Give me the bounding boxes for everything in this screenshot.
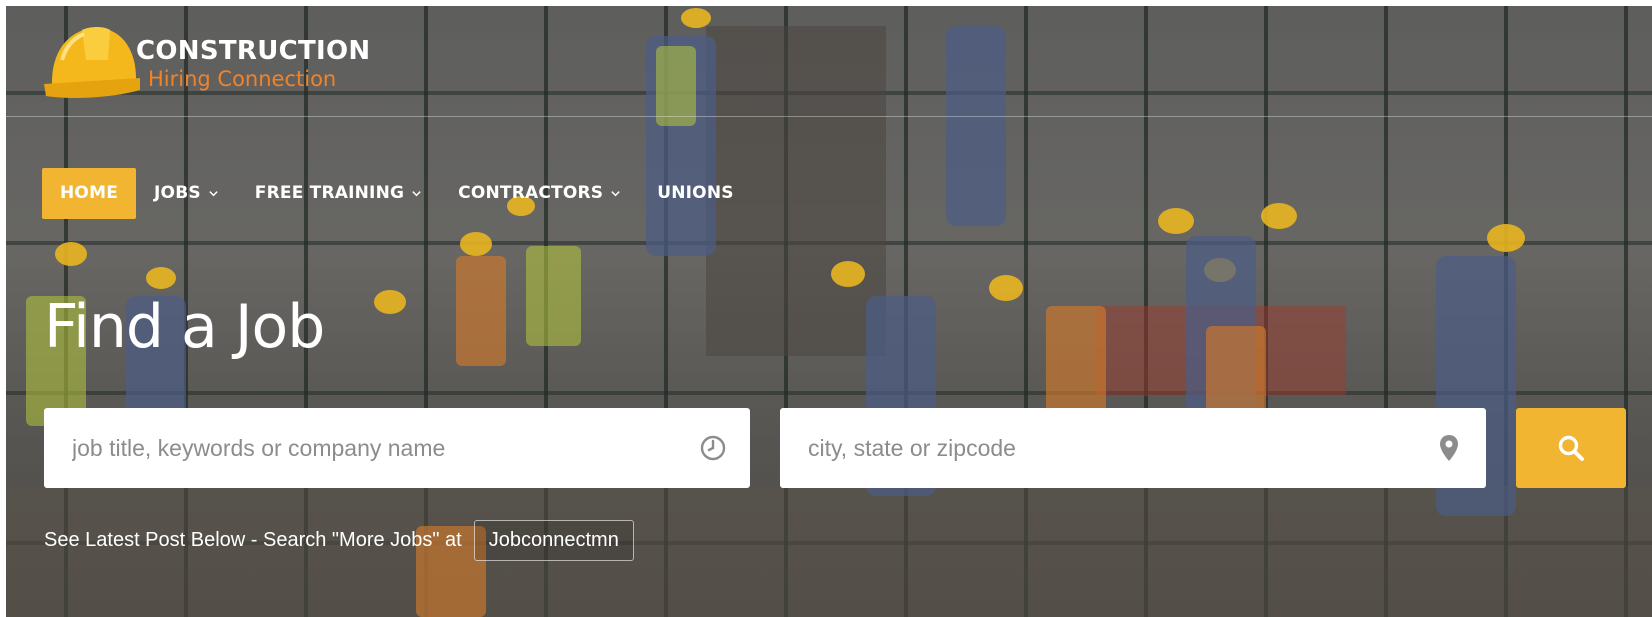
nav-item-label: JOBS — [154, 183, 201, 203]
nav-item-label: CONTRACTORS — [458, 183, 604, 203]
nav-item-label: FREE TRAINING — [254, 183, 405, 203]
site-logo[interactable]: CONSTRUCTION Hiring Connection — [42, 20, 371, 102]
main-nav: HOME JOBS FREE TRAINING CONTRACTORS UNIO… — [42, 168, 752, 219]
latest-post-notice: See Latest Post Below - Search "More Job… — [44, 520, 634, 561]
nav-item-home[interactable]: HOME — [42, 168, 137, 219]
keyword-search-input[interactable] — [44, 408, 698, 488]
header-divider — [6, 116, 1652, 117]
nav-item-unions[interactable]: UNIONS — [639, 168, 751, 219]
search-button[interactable] — [1516, 408, 1626, 488]
chevron-down-icon — [611, 191, 620, 197]
location-search-input[interactable] — [780, 408, 1434, 488]
nav-item-contractors[interactable]: CONTRACTORS — [440, 168, 639, 219]
location-search-field — [780, 408, 1486, 488]
logo-title: CONSTRUCTION — [136, 36, 371, 66]
map-pin-icon — [1440, 435, 1458, 461]
page-title: Find a Job — [44, 292, 325, 362]
nav-item-free-training[interactable]: FREE TRAINING — [237, 168, 440, 219]
nav-item-jobs[interactable]: JOBS — [136, 168, 237, 219]
latest-post-text: See Latest Post Below - Search "More Job… — [44, 529, 462, 551]
keyword-search-field — [44, 408, 750, 488]
hard-hat-icon — [44, 27, 140, 98]
chevron-down-icon — [412, 191, 421, 197]
logo-subtitle: Hiring Connection — [148, 67, 337, 91]
jobconnectmn-link[interactable]: Jobconnectmn — [473, 520, 634, 561]
nav-item-label: UNIONS — [657, 183, 734, 203]
nav-item-label: HOME — [60, 183, 119, 203]
search-icon — [1558, 435, 1584, 461]
chevron-down-icon — [209, 191, 218, 197]
clock-icon — [700, 435, 726, 461]
